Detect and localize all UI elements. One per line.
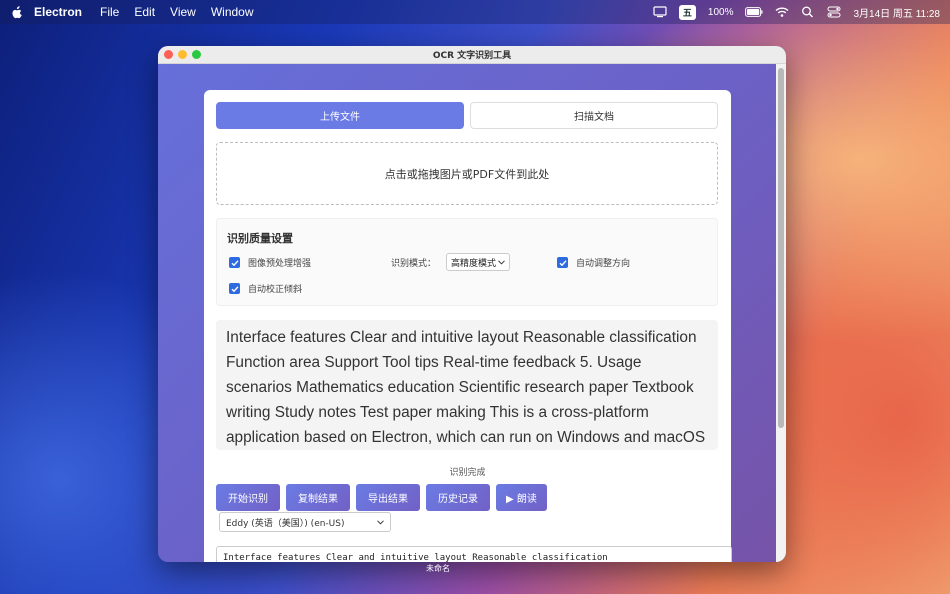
read-aloud-button[interactable]: ▶ 朗读	[496, 484, 547, 511]
zoom-window-button[interactable]	[192, 50, 201, 59]
auto-rotate-label: 自动调整方向	[576, 259, 631, 269]
quality-settings-panel: 识别质量设置 图像预处理增强 识别模式： 高精度模式 自动调整方向 自动校正倾斜	[216, 218, 718, 306]
mode-option: 识别模式： 高精度模式	[391, 253, 511, 271]
battery-percent: 100%	[707, 6, 734, 18]
voice-select[interactable]: Eddy (英语（美国）) (en-US)	[219, 512, 391, 532]
menu-view[interactable]: View	[170, 5, 196, 19]
chevron-down-icon	[377, 519, 384, 525]
chevron-down-icon	[498, 259, 505, 265]
start-recognition-button[interactable]: 开始识别	[216, 484, 280, 511]
copy-result-button[interactable]: 复制结果	[286, 484, 350, 511]
check-icon	[231, 285, 239, 292]
window-titlebar[interactable]: OCR 文字识别工具	[158, 46, 786, 64]
ocr-result-text[interactable]: Interface features Clear and intuitive l…	[216, 320, 718, 450]
menu-app-name[interactable]: Electron	[34, 5, 82, 19]
close-window-button[interactable]	[164, 50, 173, 59]
apple-icon[interactable]	[10, 5, 24, 19]
settings-title: 识别质量设置	[227, 232, 293, 245]
mode-tabs: 上传文件 扫描文档	[216, 102, 718, 129]
window-scrollbar[interactable]	[776, 64, 786, 562]
main-card: 上传文件 扫描文档 点击或拖拽图片或PDF文件到此处 识别质量设置 图像预处理增…	[204, 90, 732, 562]
mode-select[interactable]: 高精度模式	[446, 253, 511, 271]
screen-mirror-icon[interactable]	[653, 6, 667, 18]
preprocess-option: 图像预处理增强	[229, 256, 311, 269]
auto-rotate-option: 自动调整方向	[557, 256, 630, 269]
menu-edit[interactable]: Edit	[134, 5, 155, 19]
deskew-checkbox[interactable]	[229, 283, 240, 294]
output-textarea[interactable]: Interface features Clear and intuitive l…	[216, 546, 732, 562]
tab-scan-document[interactable]: 扫描文档	[470, 102, 718, 129]
traffic-lights	[164, 50, 201, 59]
menu-bar: Electron File Edit View Window 五 100% 3月…	[0, 0, 950, 24]
auto-rotate-checkbox[interactable]	[557, 257, 568, 268]
export-result-button[interactable]: 导出结果	[356, 484, 420, 511]
scrollbar-thumb[interactable]	[778, 68, 784, 428]
preprocess-label: 图像预处理增强	[248, 259, 312, 269]
input-method-badge[interactable]: 五	[678, 4, 696, 20]
tab-upload-file[interactable]: 上传文件	[216, 102, 464, 129]
action-buttons: 开始识别 复制结果 导出结果 历史记录 ▶ 朗读	[216, 484, 547, 511]
deskew-option: 自动校正倾斜	[229, 282, 302, 295]
wifi-icon[interactable]	[775, 6, 789, 18]
file-drop-zone[interactable]: 点击或拖拽图片或PDF文件到此处	[216, 142, 718, 205]
spotlight-search-icon[interactable]	[801, 6, 815, 18]
mode-select-value: 高精度模式	[451, 258, 497, 269]
menu-window[interactable]: Window	[211, 5, 254, 19]
battery-icon[interactable]	[745, 6, 763, 18]
status-text: 识别完成	[449, 468, 486, 478]
mode-label: 识别模式：	[391, 258, 437, 269]
check-icon	[231, 259, 239, 266]
preprocess-checkbox[interactable]	[229, 257, 240, 268]
menu-file[interactable]: File	[100, 5, 119, 19]
drop-zone-text: 点击或拖拽图片或PDF文件到此处	[384, 167, 550, 181]
voice-select-value: Eddy (英语（美国）) (en-US)	[226, 518, 345, 529]
window-caption: 未命名	[426, 564, 450, 573]
history-button[interactable]: 历史记录	[426, 484, 490, 511]
menubar-clock[interactable]: 3月14日 周五 11:28	[853, 5, 940, 20]
deskew-label: 自动校正倾斜	[248, 285, 303, 295]
minimize-window-button[interactable]	[178, 50, 187, 59]
app-window: OCR 文字识别工具 上传文件 扫描文档 点击或拖拽图片或PDF文件到此处 识别…	[158, 46, 786, 562]
window-title: OCR 文字识别工具	[432, 51, 512, 61]
control-center-icon[interactable]	[827, 6, 841, 18]
check-icon	[559, 259, 567, 266]
